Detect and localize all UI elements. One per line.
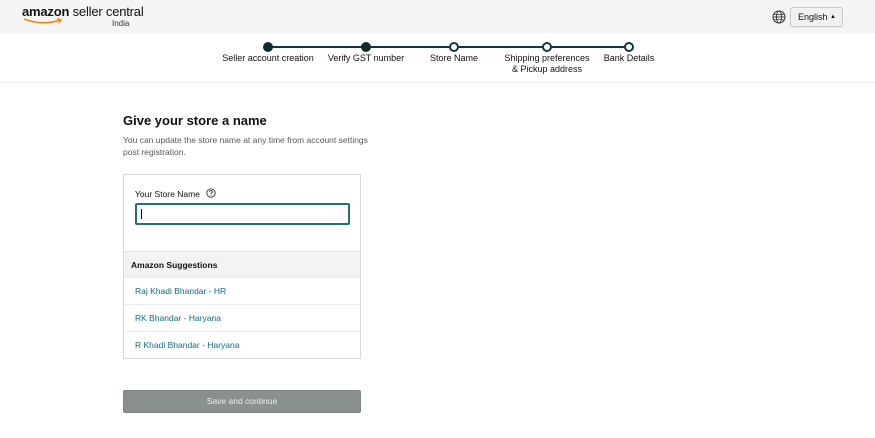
step-dot-bank-details [624, 42, 634, 52]
amazon-seller-central-logo[interactable]: amazon seller central India [22, 5, 144, 29]
suggestion-item[interactable]: RK Bhandar - Haryana [124, 304, 360, 331]
caret-icon: ▲ [830, 14, 836, 20]
text-cursor [141, 209, 142, 219]
stepper-line-1 [268, 46, 366, 48]
language-value: English [798, 12, 828, 22]
step-label-shipping: Shipping preferences & Pickup address [504, 53, 590, 74]
store-name-label: Your Store Name [135, 189, 200, 199]
page-subtitle: You can update the store name at any tim… [123, 135, 368, 157]
step-dot-seller-account [263, 42, 273, 52]
amazon-smile-icon [23, 17, 63, 24]
question-circle-icon[interactable] [206, 188, 216, 198]
stepper-line-3 [454, 46, 547, 48]
step-dot-verify-gst [361, 42, 371, 52]
store-name-card: Your Store Name Amazon Suggestions Raj K… [123, 174, 361, 359]
logo-country: India [112, 19, 130, 28]
step-label-seller-account: Seller account creation [222, 53, 314, 63]
step-label-bank-details: Bank Details [603, 53, 655, 63]
save-and-continue-button[interactable]: Save and continue [123, 390, 361, 413]
amazon-suggestions-header: Amazon Suggestions [124, 251, 360, 277]
step-dot-shipping [542, 42, 552, 52]
step-label-verify-gst: Verify GST number [327, 53, 405, 63]
page-title: Give your store a name [123, 113, 267, 128]
step-dot-store-name [449, 42, 459, 52]
store-name-input[interactable] [135, 203, 350, 225]
language-select[interactable]: English ▲ [790, 7, 843, 27]
step-label-store-name: Store Name [429, 53, 479, 63]
stepper-line-4 [547, 46, 629, 48]
suggestion-item[interactable]: Raj Khadi Bhandar - HR [124, 277, 360, 304]
top-bar: amazon seller central India English ▲ [0, 0, 875, 33]
globe-icon[interactable] [772, 10, 786, 24]
stepper-line-2 [366, 46, 454, 48]
suggestion-item[interactable]: R Khadi Bhandar - Haryana [124, 331, 360, 358]
